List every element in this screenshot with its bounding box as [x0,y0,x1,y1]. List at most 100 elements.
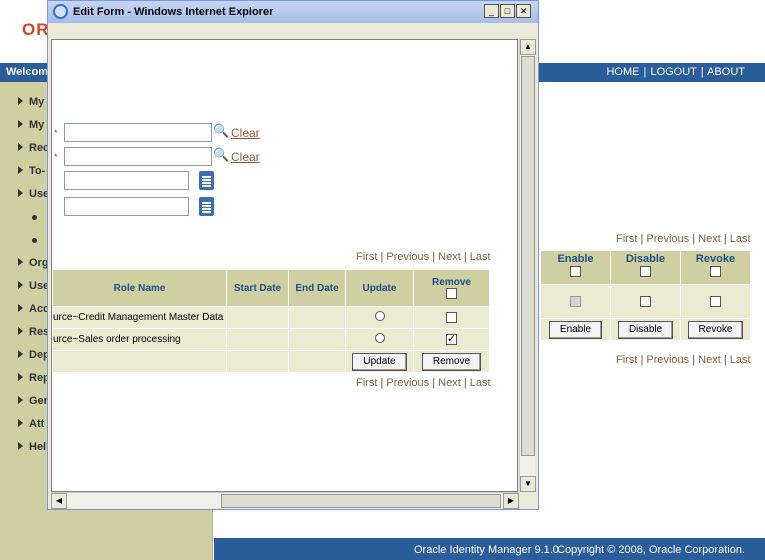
pager-first[interactable]: First [616,233,637,245]
menu-item[interactable]: Org [18,257,50,280]
ie-icon [53,4,68,19]
revoke-button[interactable]: Revoke [687,320,744,339]
arrow-right-icon [18,304,23,312]
arrow-right-icon [18,166,23,174]
pager-first[interactable]: First [356,251,377,263]
pager-previous[interactable]: Previous [386,251,429,263]
scroll-thumb[interactable] [521,56,535,456]
table-row: urce~Sales order processing [52,328,490,351]
remove-header: Remove [413,269,490,307]
home-link[interactable]: HOME [606,66,639,78]
calendar-icon[interactable] [199,197,214,216]
menu-subitem[interactable] [18,211,50,234]
top-nav-links: HOME | LOGOUT | ABOUT [606,66,745,78]
disable-checkbox[interactable] [640,296,651,308]
menu-item[interactable]: My [18,119,50,142]
update-radio[interactable] [374,333,385,343]
roles-table: Role Name Start Date End Date Update Rem… [52,269,490,373]
remove-checkbox[interactable] [446,332,457,345]
scroll-up-icon[interactable]: ▲ [520,39,536,55]
menu-item[interactable]: Gen [18,395,50,418]
disable-all-checkbox[interactable] [640,265,651,277]
maximize-icon[interactable]: □ [500,4,515,18]
pager-previous[interactable]: Previous [646,233,689,245]
menu-item[interactable]: To- [18,165,50,188]
remove-all-checkbox[interactable] [446,287,457,299]
role-name-cell: urce~Credit Management Master Data [52,306,227,329]
oracle-logo: OR [22,20,50,39]
menu-item[interactable]: Acc [18,303,50,326]
arrow-right-icon [18,97,23,105]
scroll-down-icon[interactable]: ▼ [520,476,536,492]
calendar-icon[interactable] [199,171,214,190]
horizontal-scrollbar[interactable]: ◀ ▶ [51,492,519,509]
date-field-2[interactable] [64,197,189,216]
menu-item[interactable]: Dep [18,349,50,372]
search-icon[interactable]: 🔍 [213,147,229,163]
pager-next[interactable]: Next [438,377,461,389]
bullet-icon [32,238,37,243]
menu-item[interactable]: Hel [18,441,50,464]
update-button[interactable]: Update [352,352,407,371]
pager-previous[interactable]: Previous [646,354,689,366]
enable-all-checkbox[interactable] [570,265,581,277]
pager-last[interactable]: Last [730,354,751,366]
menu-subitem[interactable] [18,234,50,257]
pager-next[interactable]: Next [698,233,721,245]
logout-link[interactable]: LOGOUT [650,66,696,78]
menu-item[interactable]: Rec [18,142,50,165]
close-icon[interactable]: ✕ [516,4,531,18]
search-icon[interactable]: 🔍 [213,123,229,139]
pager-previous[interactable]: Previous [386,377,429,389]
menu-item[interactable]: My [18,96,50,119]
menu-item[interactable]: Use [18,188,50,211]
menu-item[interactable]: Res [18,326,50,349]
form-content: * 🔍 Clear * 🔍 Clear First | Previous | N… [51,39,518,492]
remove-checkbox[interactable] [446,311,457,323]
enable-button[interactable]: Enable [548,320,603,339]
pager-first[interactable]: First [356,377,377,389]
disable-header: Disable [610,250,681,285]
pager-last[interactable]: Last [470,251,491,263]
lookup-field-2[interactable] [64,147,212,166]
vertical-scrollbar[interactable]: ▲ ▼ [519,39,536,492]
window-titlebar[interactable]: Edit Form - Windows Internet Explorer _ … [48,1,538,23]
enable-checkbox [570,296,581,308]
pager-next[interactable]: Next [438,251,461,263]
popup-pager-bottom: First | Previous | Next | Last [356,377,491,389]
clear-link-2[interactable]: Clear [231,150,260,164]
role-name-header: Role Name [52,269,227,307]
remove-button[interactable]: Remove [421,352,482,371]
scroll-thumb[interactable] [221,494,501,508]
end-date-header: End Date [288,269,346,307]
start-date-cell [226,306,289,329]
pager-last[interactable]: Last [730,233,751,245]
table-row: urce~Credit Management Master Data [52,306,490,329]
scroll-left-icon[interactable]: ◀ [51,493,67,509]
welcome-text: Welcom [6,66,48,78]
revoke-header: Revoke [680,250,751,285]
pager-last[interactable]: Last [470,377,491,389]
revoke-checkbox[interactable] [710,296,721,308]
entitlement-table: Enable Disable Revoke Enable Disable Rev… [540,250,751,341]
menu-item[interactable]: Rep [18,372,50,395]
enable-header: Enable [540,250,611,285]
about-link[interactable]: ABOUT [707,66,745,78]
update-radio[interactable] [374,311,385,321]
scroll-right-icon[interactable]: ▶ [503,493,519,509]
pager-bottom: First | Previous | Next | Last [616,354,751,366]
disable-button[interactable]: Disable [617,320,674,339]
update-header: Update [345,269,414,307]
minimize-icon[interactable]: _ [484,4,499,18]
menu-item[interactable]: Att [18,418,50,441]
date-field-1[interactable] [64,171,189,190]
revoke-all-checkbox[interactable] [710,265,721,277]
menu-item[interactable]: Use [18,280,50,303]
lookup-field-1[interactable] [64,123,212,142]
window-client: * 🔍 Clear * 🔍 Clear First | Previous | N… [51,24,536,509]
clear-link-1[interactable]: Clear [231,126,260,140]
pager-next[interactable]: Next [698,354,721,366]
pager-first[interactable]: First [616,354,637,366]
required-marker: * [54,128,58,138]
arrow-right-icon [18,373,23,381]
